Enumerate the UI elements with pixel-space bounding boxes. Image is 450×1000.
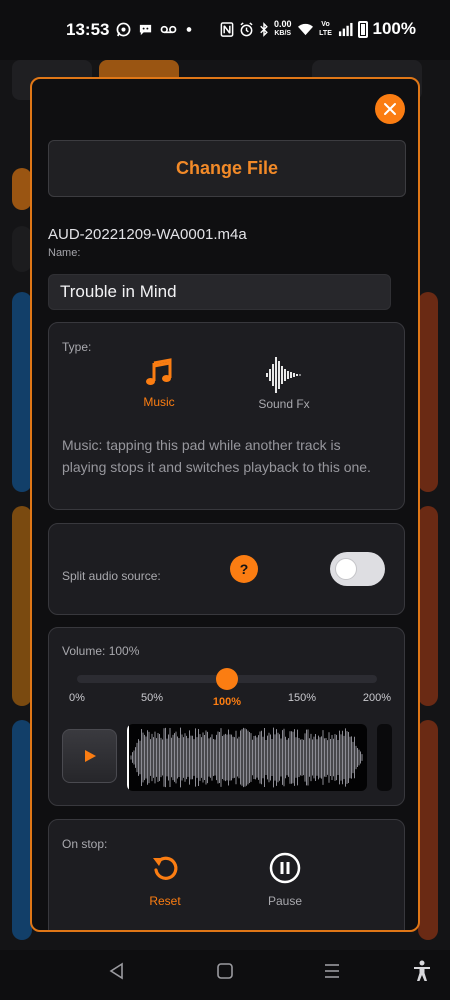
split-audio-card: Split audio source: ? [48,523,405,615]
close-button[interactable] [375,94,405,124]
back-icon[interactable] [108,962,126,980]
battery-percent: 100% [372,19,416,38]
volume-slider-thumb[interactable] [216,668,238,690]
notification-icons [116,22,194,37]
volume-tick-label: 200% [362,692,392,704]
help-button[interactable]: ? [230,555,258,583]
volume-tick-label: 0% [69,692,85,704]
waveform-scrollbar[interactable] [377,724,392,791]
on-stop-label: On stop: [62,837,108,851]
data-rate: 0.00 KB/S [273,19,292,38]
volume-label: Volume: 100% [62,644,140,658]
type-description: Music: tapping this pad while another tr… [62,437,371,475]
play-icon [84,750,96,762]
volume-card: Volume: 100% 0% 50% 100% 150% 200% [48,627,405,806]
on-stop-card: On stop: Reset Pause Reset: stopping rew… [48,819,405,930]
status-bar: 13:53 0.00 KB/S Vo LTE 100% [0,0,450,60]
type-card: Type: Music Sound Fx Music: tapping this… [48,322,405,510]
pause-icon [269,852,301,884]
type-label: Type: [62,340,92,354]
name-input[interactable] [48,274,391,310]
background-pad [12,720,32,940]
system-icons: 0.00 KB/S Vo LTE 100% [220,19,416,39]
type-option-sound-fx[interactable]: Sound Fx [249,355,319,411]
recent-apps-icon[interactable] [323,962,341,980]
pad-settings-dialog: Change File AUD-20221209-WA0001.m4a Name… [30,77,420,932]
whatsapp-icon [116,22,131,37]
split-audio-label: Split audio source: [62,569,161,583]
close-icon [384,103,396,115]
status-time: 13:53 [66,20,110,39]
background-button [12,226,32,272]
background-pad [418,292,438,492]
background-pad [12,292,32,492]
chat-icon [139,24,152,36]
signal-icon [338,22,353,36]
play-button[interactable] [62,729,117,783]
on-stop-option-label: Reset [149,894,181,908]
reset-icon [153,856,178,880]
home-icon[interactable] [216,962,234,980]
background-pad [12,506,32,706]
alarm-icon [240,21,253,36]
on-stop-option-pause[interactable]: Pause [255,852,315,908]
dot-icon [186,27,192,32]
toggle-knob [335,558,357,580]
sound-wave-icon [266,357,301,393]
network-label: Vo LTE [319,21,332,37]
type-option-label: Sound Fx [258,397,310,411]
name-label: Name: [48,247,81,259]
voicemail-icon [160,25,177,34]
waveform-view[interactable] [127,724,367,791]
volume-tick-label: 50% [140,692,164,704]
change-file-button[interactable]: Change File [48,140,406,197]
background-button [12,168,32,210]
on-stop-option-label: Pause [267,894,303,908]
accessibility-icon[interactable] [412,960,432,982]
volume-tick-label: 150% [287,692,317,704]
wifi-icon [297,23,313,35]
volume-tick-label: 100% [212,696,242,708]
volume-slider[interactable] [77,668,377,690]
type-option-music[interactable]: Music [129,357,189,409]
split-audio-toggle[interactable] [330,552,385,586]
music-note-icon [146,358,172,385]
waveform [127,724,363,791]
background-pad [418,506,438,706]
nfc-icon [220,21,234,37]
background-pad [418,720,438,940]
file-name: AUD-20221209-WA0001.m4a [48,226,247,243]
on-stop-option-reset[interactable]: Reset [135,852,195,908]
bluetooth-icon [260,21,268,37]
battery-icon [357,20,368,38]
navigation-bar [0,950,450,1000]
type-option-label: Music [143,395,175,409]
on-stop-description: Reset: stopping rewinds the track to the [62,924,382,930]
